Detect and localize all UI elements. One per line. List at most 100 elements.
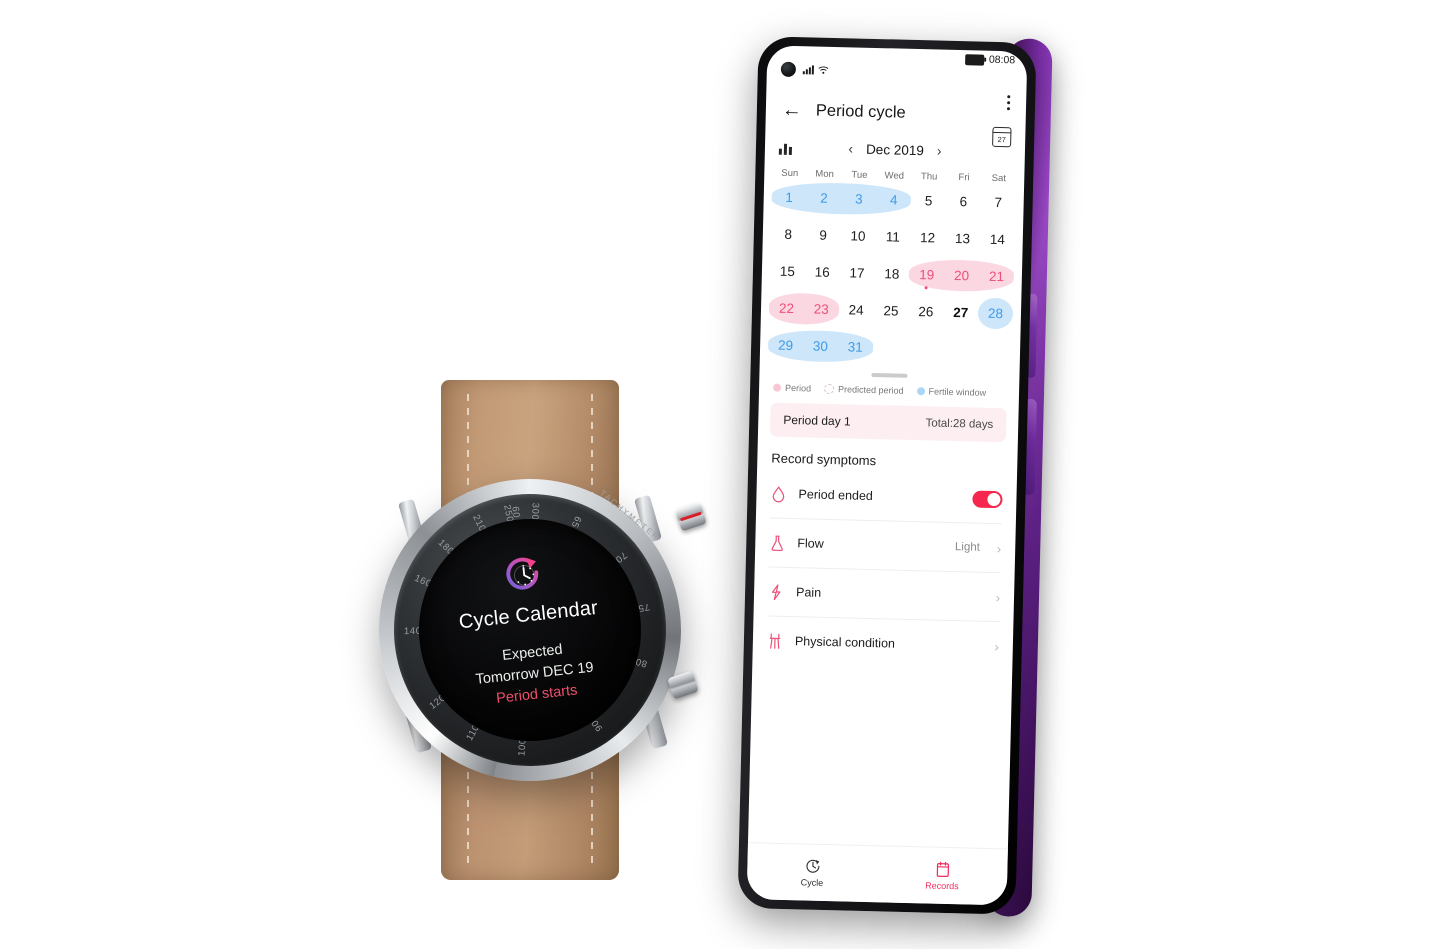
tab-label: Cycle [800,877,824,888]
symptom-list: Period ended Flow Light › Pain › Physical cond… [752,469,1017,670]
calendar-day-15[interactable]: 15 [770,252,806,290]
cycle-clock-icon [805,859,819,873]
weekday-sun: Sun [781,167,799,180]
calendar-legend: Period Predicted period Fertile window [759,378,1019,398]
period-total-label: Total:28 days [925,417,994,431]
calendar-day-24[interactable]: 24 [838,291,874,329]
smartphone: 08:08 ← Period cycle ‹ Dec 2019 › 27 Sun… [731,14,1093,937]
calendar-day-11[interactable]: 11 [875,218,911,256]
bezel-number: 300 [529,502,541,521]
status-bar: 08:08 [767,45,1028,85]
status-time: 08:08 [988,53,1016,67]
calendar-day-30[interactable]: 30 [803,327,839,365]
chevron-right-icon[interactable]: › [996,590,1001,605]
calendar-cell-empty [907,330,943,368]
chevron-right-icon[interactable]: › [994,639,999,654]
calendar-day-29[interactable]: 29 [768,326,804,364]
chevron-right-icon[interactable]: › [937,143,942,159]
weekday-tue: Tue [851,169,868,181]
calendar-day-18[interactable]: 18 [874,255,910,293]
legend-item: Predicted period [823,383,904,396]
calendar-day-3[interactable]: 3 [841,180,877,218]
tab-records[interactable]: Records [877,846,1008,905]
calendar-day-19[interactable]: 19 [909,256,945,294]
symptom-row-pain[interactable]: Pain › [767,567,1001,623]
legend-label: Fertile window [928,386,987,398]
calendar-day-22[interactable]: 22 [769,289,805,327]
watch-app-title: Cycle Calendar [457,596,599,634]
bar-chart-icon[interactable] [778,139,795,155]
calendar-day-27[interactable]: 27 [943,294,979,332]
drag-handle[interactable] [871,372,908,378]
calendar-day-20[interactable]: 20 [944,257,980,295]
calendar-day-23[interactable]: 23 [803,290,839,328]
flask-icon [769,534,785,551]
calendar-day-17[interactable]: 17 [839,254,875,292]
legend-label: Predicted period [837,384,904,396]
punch-hole-camera-icon [780,61,797,78]
weekday-fri: Fri [958,172,970,184]
battery-icon [964,53,985,66]
legend-dot-period [773,383,782,392]
symptom-label: Period ended [798,487,874,504]
weekday-mon: Mon [815,168,834,180]
calendar-day-10[interactable]: 10 [840,217,876,255]
body-icon [767,632,783,649]
calendar-day-21[interactable]: 21 [979,258,1015,296]
bottom-tab-bar: Cycle Records [746,842,1008,906]
page-title: Period cycle [815,101,906,122]
period-summary-bar: Period day 1 Total:28 days [769,402,1007,443]
calendar-day-31[interactable]: 31 [837,328,873,366]
calendar-day-2[interactable]: 2 [806,179,842,217]
symptom-row-physical-condition[interactable]: Physical condition › [766,617,999,671]
calendar-day-16[interactable]: 16 [804,253,840,291]
tab-label: Records [925,880,959,892]
page-header: ← Period cycle [766,79,1027,131]
cycle-clock-logo-icon [506,557,539,590]
tab-cycle[interactable]: Cycle [747,843,878,902]
calendar-day-26[interactable]: 26 [908,293,944,331]
calendar-day-28[interactable]: 28 [978,295,1014,333]
calendar-day-8[interactable]: 8 [770,215,806,253]
calendar-day-12[interactable]: 12 [910,219,946,257]
symptom-value: Light [954,541,981,554]
chevron-right-icon[interactable]: › [997,541,1002,556]
phone-body: 08:08 ← Period cycle ‹ Dec 2019 › 27 Sun… [737,36,1037,915]
calendar-cell-empty [942,331,978,369]
calendar-grid: 1 2 3 4 5 6 7 8 9 10 11 12 13 14 15 16 17 18 19 20 21 22 23 24 2… [760,178,1024,369]
watch-bezel: 60 65 70 75 80 90 100 110 120 140 160 180 210 250 300 T… [380,480,680,780]
symptom-label: Physical condition [794,634,896,651]
signal-bars-icon [802,65,814,75]
month-navigator: ‹ Dec 2019 › [765,138,1025,160]
tachymeter-label: TACHYMETER [598,488,662,543]
calendar-today-icon[interactable]: 27 [992,126,1012,148]
chevron-left-icon[interactable]: ‹ [848,140,853,156]
calendar-day-4[interactable]: 4 [876,181,912,219]
period-ended-toggle[interactable] [972,489,1003,508]
smartwatch: 60 65 70 75 80 90 100 110 120 140 160 180 210 250 300 T… [360,380,707,880]
calendar-day-7[interactable]: 7 [980,184,1016,222]
calendar-day-5[interactable]: 5 [911,182,947,220]
calendar-day-14[interactable]: 14 [979,221,1015,259]
calendar-day-13[interactable]: 13 [945,220,981,258]
more-options-icon[interactable] [1006,95,1011,111]
month-label: Dec 2019 [865,141,925,158]
calendar-day-25[interactable]: 25 [873,292,909,330]
period-day-label: Period day 1 [783,412,851,429]
weekday-wed: Wed [884,170,905,182]
droplet-icon [770,485,786,502]
status-right-icons: 08:08 [964,53,1016,67]
symptom-row-period-ended[interactable]: Period ended [769,469,1004,525]
back-arrow-icon[interactable]: ← [782,99,803,121]
today-dot [924,286,928,290]
calendar-day-6[interactable]: 6 [946,183,982,221]
legend-label: Period [784,382,812,394]
scene: 60 65 70 75 80 90 100 110 120 140 160 180 210 250 300 T… [0,0,1445,949]
symptom-row-flow[interactable]: Flow Light › [768,518,1002,574]
lightning-icon [768,583,784,600]
watch-crown[interactable] [675,502,707,532]
calendar-day-1[interactable]: 1 [771,178,807,216]
calendar-day-9[interactable]: 9 [805,216,841,254]
legend-dot-predicted [823,383,835,395]
weekday-sat: Sat [991,172,1007,185]
